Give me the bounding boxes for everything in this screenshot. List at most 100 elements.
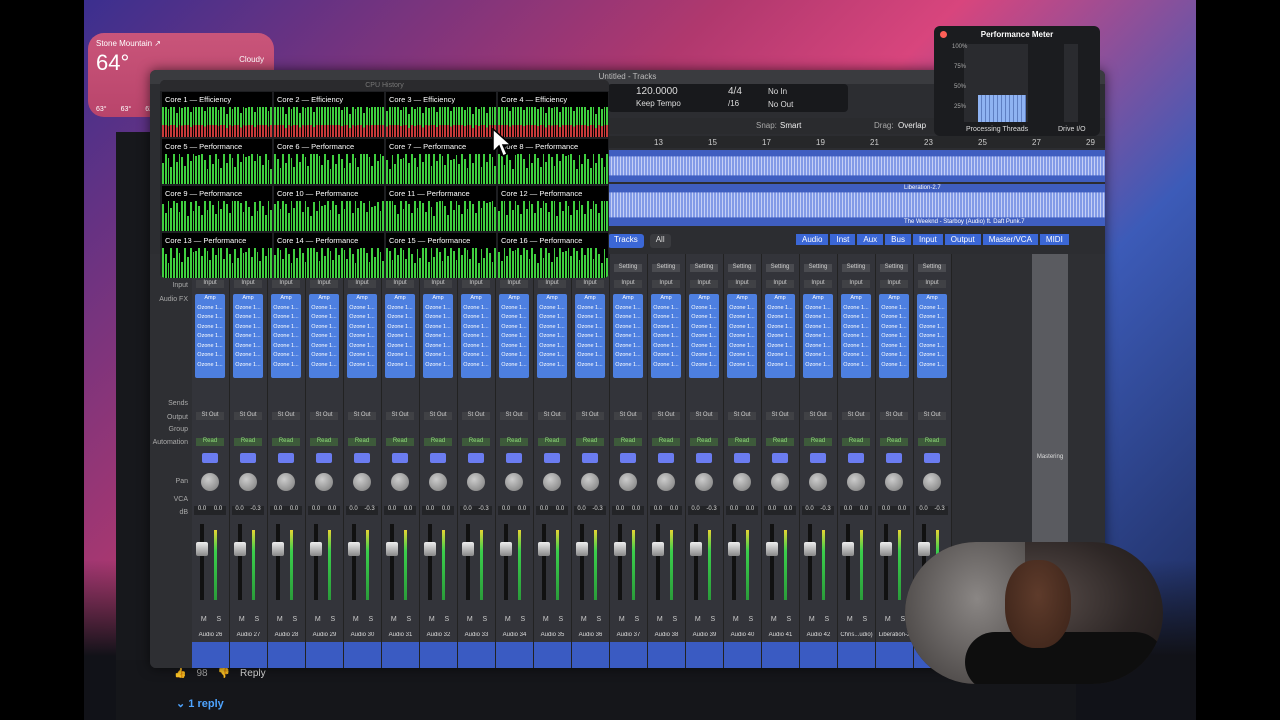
fx-slot[interactable]: Ozone 1... — [347, 332, 377, 342]
mute-button[interactable]: M — [885, 616, 891, 623]
solo-button[interactable]: S — [596, 616, 601, 623]
fx-slot[interactable]: Ozone 1... — [689, 304, 719, 314]
fx-slot[interactable]: Ozone 1... — [651, 361, 681, 371]
fx-slot[interactable]: Ozone 1... — [727, 351, 757, 361]
audio-fx-slots[interactable]: Amp Ozone 1... Ozone 1... Ozone 1... Ozone 1… — [575, 294, 605, 378]
fx-slot[interactable]: Ozone 1... — [727, 304, 757, 314]
pan-knob[interactable] — [201, 473, 219, 491]
volume-fader[interactable] — [462, 542, 474, 556]
input-slot[interactable]: Input — [728, 280, 756, 288]
audio-fx-slots[interactable]: Amp Ozone 1... Ozone 1... Ozone 1... Ozone 1… — [841, 294, 871, 378]
solo-button[interactable]: S — [558, 616, 563, 623]
audio-fx-slots[interactable]: Amp Ozone 1... Ozone 1... Ozone 1... Ozone 1… — [917, 294, 947, 378]
channel-strip[interactable]: SettingInputAmpOzone 1...Ozone 1...Ozone… — [458, 254, 496, 668]
channel-strip[interactable]: SettingInputAmpOzone 1...Ozone 1...Ozone… — [686, 254, 724, 668]
channel-mode-icon[interactable] — [848, 453, 864, 463]
input-slot[interactable]: Input — [500, 280, 528, 288]
fx-slot[interactable]: Amp — [347, 294, 377, 304]
fx-slot[interactable]: Ozone 1... — [765, 351, 795, 361]
track-name[interactable]: Audio 35 — [534, 632, 571, 638]
audio-fx-slots[interactable]: Amp Ozone 1... Ozone 1... Ozone 1... Ozone 1… — [727, 294, 757, 378]
output-slot[interactable]: St Out — [424, 412, 452, 420]
fx-slot[interactable]: Ozone 1... — [841, 361, 871, 371]
thumbs-up-icon[interactable]: 👍 — [174, 668, 186, 679]
setting-button[interactable]: Setting — [880, 264, 908, 272]
channel-mode-icon[interactable] — [278, 453, 294, 463]
fx-slot[interactable]: Ozone 1... — [689, 313, 719, 323]
fx-slot[interactable]: Ozone 1... — [879, 304, 909, 314]
track-name[interactable]: Audio 31 — [382, 632, 419, 638]
automation-mode[interactable]: Read — [766, 438, 794, 446]
fx-slot[interactable]: Ozone 1... — [803, 342, 833, 352]
fx-slot[interactable]: Ozone 1... — [917, 332, 947, 342]
fx-slot[interactable]: Ozone 1... — [347, 313, 377, 323]
fx-slot[interactable]: Ozone 1... — [309, 361, 339, 371]
automation-mode[interactable]: Read — [310, 438, 338, 446]
track-name[interactable]: Audio 38 — [648, 632, 685, 638]
track-name[interactable]: Audio 34 — [496, 632, 533, 638]
volume-fader[interactable] — [614, 542, 626, 556]
fx-slot[interactable]: Ozone 1... — [765, 313, 795, 323]
fx-slot[interactable]: Ozone 1... — [651, 323, 681, 333]
fx-slot[interactable]: Ozone 1... — [727, 313, 757, 323]
track-name[interactable]: Chris...udio) — [838, 632, 875, 638]
pan-knob[interactable] — [277, 473, 295, 491]
fx-slot[interactable]: Amp — [841, 294, 871, 304]
fx-slot[interactable]: Ozone 1... — [841, 351, 871, 361]
channel-mode-icon[interactable] — [354, 453, 370, 463]
filter-output[interactable]: Output — [944, 234, 981, 245]
fx-slot[interactable]: Ozone 1... — [575, 351, 605, 361]
fx-slot[interactable]: Ozone 1... — [195, 323, 225, 333]
fx-slot[interactable]: Ozone 1... — [423, 361, 453, 371]
pan-knob[interactable] — [543, 473, 561, 491]
output-slot[interactable]: St Out — [196, 412, 224, 420]
track-name[interactable]: Audio 30 — [344, 632, 381, 638]
fx-slot[interactable]: Ozone 1... — [689, 323, 719, 333]
input-slot[interactable]: Input — [462, 280, 490, 288]
fx-slot[interactable]: Ozone 1... — [499, 313, 529, 323]
fx-slot[interactable]: Ozone 1... — [575, 332, 605, 342]
automation-mode[interactable]: Read — [918, 438, 946, 446]
fx-slot[interactable]: Ozone 1... — [803, 361, 833, 371]
fx-slot[interactable]: Ozone 1... — [879, 342, 909, 352]
input-slot[interactable]: Input — [386, 280, 414, 288]
tab-tracks[interactable]: Tracks — [608, 234, 644, 248]
channel-mode-icon[interactable] — [544, 453, 560, 463]
fx-slot[interactable]: Ozone 1... — [233, 304, 263, 314]
automation-mode[interactable]: Read — [652, 438, 680, 446]
fx-slot[interactable]: Amp — [461, 294, 491, 304]
track-name[interactable]: Audio 42 — [800, 632, 837, 638]
track-name[interactable]: Audio 26 — [192, 632, 229, 638]
fx-slot[interactable]: Amp — [613, 294, 643, 304]
volume-fader[interactable] — [576, 542, 588, 556]
fx-slot[interactable]: Ozone 1... — [689, 332, 719, 342]
input-slot[interactable]: Input — [804, 280, 832, 288]
output-slot[interactable]: St Out — [766, 412, 794, 420]
mute-button[interactable]: M — [847, 616, 853, 623]
pan-knob[interactable] — [809, 473, 827, 491]
filter-audio[interactable]: Audio — [796, 234, 829, 245]
fx-slot[interactable]: Ozone 1... — [879, 323, 909, 333]
fx-slot[interactable]: Amp — [651, 294, 681, 304]
output-slot[interactable]: St Out — [348, 412, 376, 420]
fx-slot[interactable]: Ozone 1... — [233, 342, 263, 352]
fx-slot[interactable]: Ozone 1... — [499, 361, 529, 371]
fx-slot[interactable]: Ozone 1... — [537, 313, 567, 323]
mute-button[interactable]: M — [809, 616, 815, 623]
fx-slot[interactable]: Ozone 1... — [917, 361, 947, 371]
fx-slot[interactable]: Ozone 1... — [879, 351, 909, 361]
fx-slot[interactable]: Ozone 1... — [575, 342, 605, 352]
fx-slot[interactable]: Ozone 1... — [841, 332, 871, 342]
fx-slot[interactable]: Ozone 1... — [765, 323, 795, 333]
mute-button[interactable]: M — [277, 616, 283, 623]
setting-button[interactable]: Setting — [690, 264, 718, 272]
audio-fx-slots[interactable]: Amp Ozone 1... Ozone 1... Ozone 1... Ozone 1… — [461, 294, 491, 378]
output-slot[interactable]: St Out — [462, 412, 490, 420]
fx-slot[interactable]: Ozone 1... — [803, 332, 833, 342]
fx-slot[interactable]: Ozone 1... — [309, 323, 339, 333]
pan-knob[interactable] — [581, 473, 599, 491]
fx-slot[interactable]: Ozone 1... — [423, 342, 453, 352]
fx-slot[interactable]: Amp — [385, 294, 415, 304]
channel-strip[interactable]: SettingInputAmpOzone 1...Ozone 1...Ozone… — [534, 254, 572, 668]
reply-button[interactable]: Reply — [240, 668, 266, 679]
